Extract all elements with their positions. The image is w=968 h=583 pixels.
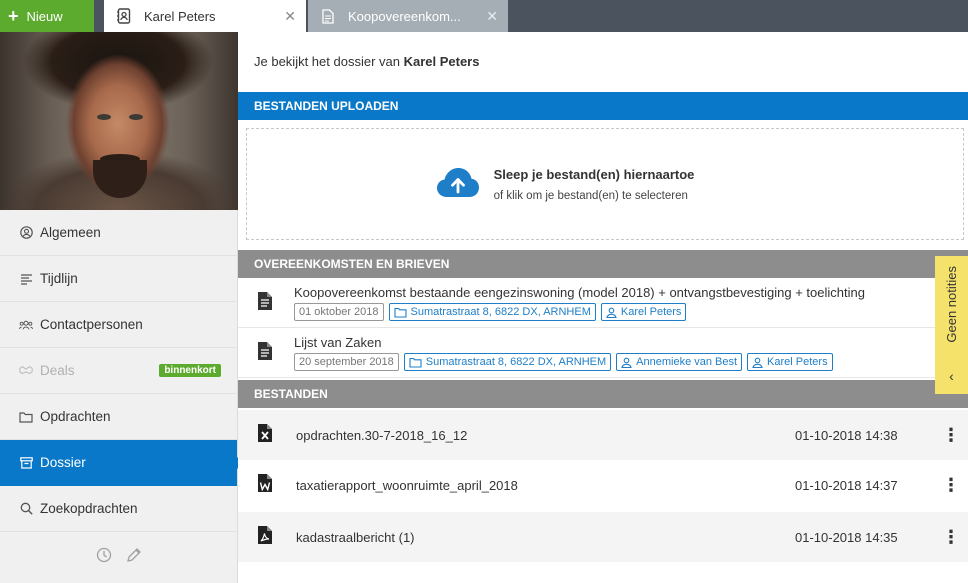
sidebar-item-label: Dossier: [40, 455, 86, 470]
file-name[interactable]: opdrachten.30-7-2018_16_12: [296, 428, 467, 443]
document-icon: [258, 342, 272, 363]
sidebar-item-tijdlijn[interactable]: Tijdlijn: [0, 256, 237, 302]
file-name[interactable]: taxatierapport_woonruimte_april_2018: [296, 478, 518, 493]
document-icon: [258, 292, 272, 313]
folder-icon: [393, 307, 407, 318]
tab-koopovereenkomst[interactable]: Koopovereenkom... ✕: [308, 0, 508, 32]
sidebar-item-opdrachten[interactable]: Opdrachten: [0, 394, 237, 440]
tab-karel-peters[interactable]: Karel Peters ✕: [104, 0, 306, 32]
sidebar-footer: [0, 532, 237, 580]
agreement-row[interactable]: Lijst van Zaken 20 september 2018 Sumatr…: [238, 328, 968, 378]
close-icon[interactable]: ✕: [486, 8, 498, 25]
sidebar-item-label: Contactpersonen: [40, 317, 143, 332]
address-tag-label: Sumatrastraat 8, 6822 DX, ARNHEM: [425, 356, 607, 368]
user-icon: [752, 357, 763, 368]
more-options-icon[interactable]: ⋮: [942, 426, 960, 444]
edit-pencil-icon[interactable]: [126, 547, 142, 566]
agreement-title[interactable]: Lijst van Zaken: [294, 335, 381, 350]
sidebar-item-label: Zoekopdrachten: [40, 501, 138, 516]
intro-contact-name: Karel Peters: [403, 54, 480, 69]
person-tag[interactable]: Karel Peters: [600, 303, 687, 321]
plus-icon: +: [8, 6, 19, 26]
document-icon: [320, 8, 336, 24]
sidebar-item-label: Deals: [40, 363, 75, 378]
new-button-label: Nieuw: [26, 8, 63, 24]
new-button[interactable]: + Nieuw: [0, 0, 94, 32]
upload-dropzone[interactable]: Sleep je bestand(en) hiernaartoe of klik…: [246, 128, 964, 240]
person-tag[interactable]: Annemieke van Best: [616, 353, 743, 371]
excel-file-icon: [258, 424, 272, 445]
file-date: 01-10-2018 14:37: [795, 477, 898, 493]
intro-prefix: Je bekijkt het dossier van: [254, 54, 400, 69]
sidebar-item-label: Tijdlijn: [40, 271, 78, 286]
file-row[interactable]: taxatierapport_woonruimte_april_2018 01-…: [238, 460, 968, 510]
archive-icon: [19, 456, 33, 470]
person-tag[interactable]: Karel Peters: [747, 353, 833, 371]
user-icon: [621, 357, 632, 368]
word-file-icon: [258, 474, 272, 495]
file-row[interactable]: opdrachten.30-7-2018_16_12 01-10-2018 14…: [238, 410, 968, 460]
pdf-file-icon: [258, 526, 272, 547]
notes-panel-toggle[interactable]: Geen notities ‹: [935, 256, 968, 394]
timeline-icon: [19, 272, 33, 286]
notes-panel-label: Geen notities: [944, 266, 959, 343]
dropzone-title: Sleep je bestand(en) hiernaartoe: [493, 166, 695, 182]
handshake-icon: [19, 364, 33, 378]
folder-icon: [409, 357, 422, 368]
main-content: Je bekijkt het dossier van Karel Peters …: [238, 32, 968, 583]
more-options-icon[interactable]: ⋮: [942, 528, 960, 546]
address-tag[interactable]: Sumatrastraat 8, 6822 DX, ARNHEM: [403, 353, 612, 371]
chevron-left-icon: ‹: [949, 368, 954, 384]
agreement-title[interactable]: Koopovereenkomst bestaande eengezinswoni…: [294, 285, 865, 300]
contact-card-icon: [116, 8, 132, 24]
search-icon: [19, 502, 33, 516]
user-circle-icon: [19, 226, 33, 240]
user-icon: [606, 307, 617, 318]
sidebar-item-zoekopdrachten[interactable]: Zoekopdrachten: [0, 486, 237, 532]
sidebar-item-dossier[interactable]: Dossier: [0, 440, 244, 486]
date-tag: 01 oktober 2018: [294, 303, 384, 321]
file-date: 01-10-2018 14:35: [795, 529, 898, 545]
sidebar-item-deals: Deals binnenkort: [0, 348, 237, 394]
more-options-icon[interactable]: ⋮: [942, 476, 960, 494]
sidebar-item-label: Algemeen: [40, 225, 101, 240]
file-date: 01-10-2018 14:38: [795, 427, 898, 443]
avatar-eye: [97, 114, 111, 120]
file-name[interactable]: kadastraalbericht (1): [296, 530, 415, 545]
top-bar: + Nieuw Karel Peters ✕ Koopovereenkom...…: [0, 0, 968, 32]
person-tag-label: Annemieke van Best: [636, 356, 738, 368]
sidebar-item-algemeen[interactable]: Algemeen: [0, 210, 237, 256]
sidebar-item-contactpersonen[interactable]: Contactpersonen: [0, 302, 237, 348]
tab-label: Karel Peters: [144, 8, 216, 24]
dropzone-subtitle: of klik om je bestand(en) te selecteren: [493, 189, 688, 202]
close-icon[interactable]: ✕: [284, 8, 296, 25]
avatar-eye: [129, 114, 143, 120]
cloud-upload-icon: [436, 167, 480, 202]
dossier-intro: Je bekijkt het dossier van Karel Peters: [254, 54, 479, 69]
address-tag-label: Sumatrastraat 8, 6822 DX, ARNHEM: [410, 306, 591, 318]
agreement-row[interactable]: Koopovereenkomst bestaande eengezinswoni…: [238, 278, 968, 328]
tab-label: Koopovereenkom...: [348, 8, 461, 24]
files-section-heading: BESTANDEN: [238, 380, 968, 408]
sidebar: Algemeen Tijdlijn Contactpersonen Deals …: [0, 32, 244, 583]
folder-icon: [19, 410, 33, 424]
sidebar-item-label: Opdrachten: [40, 409, 111, 424]
avatar-beard: [93, 160, 147, 198]
address-tag[interactable]: Sumatrastraat 8, 6822 DX, ARNHEM: [388, 303, 596, 321]
avatar: [0, 32, 238, 210]
history-icon[interactable]: [96, 547, 112, 566]
date-tag: 20 september 2018: [294, 353, 399, 371]
person-tag-label: Karel Peters: [767, 356, 828, 368]
upload-section-heading: BESTANDEN UPLOADEN: [238, 92, 968, 120]
file-row[interactable]: kadastraalbericht (1) 01-10-2018 14:35 ⋮: [238, 512, 968, 562]
coming-soon-badge: binnenkort: [159, 364, 221, 377]
agreements-section-heading: OVEREENKOMSTEN EN BRIEVEN: [238, 250, 968, 278]
person-tag-label: Karel Peters: [620, 306, 682, 318]
users-icon: [19, 318, 33, 332]
